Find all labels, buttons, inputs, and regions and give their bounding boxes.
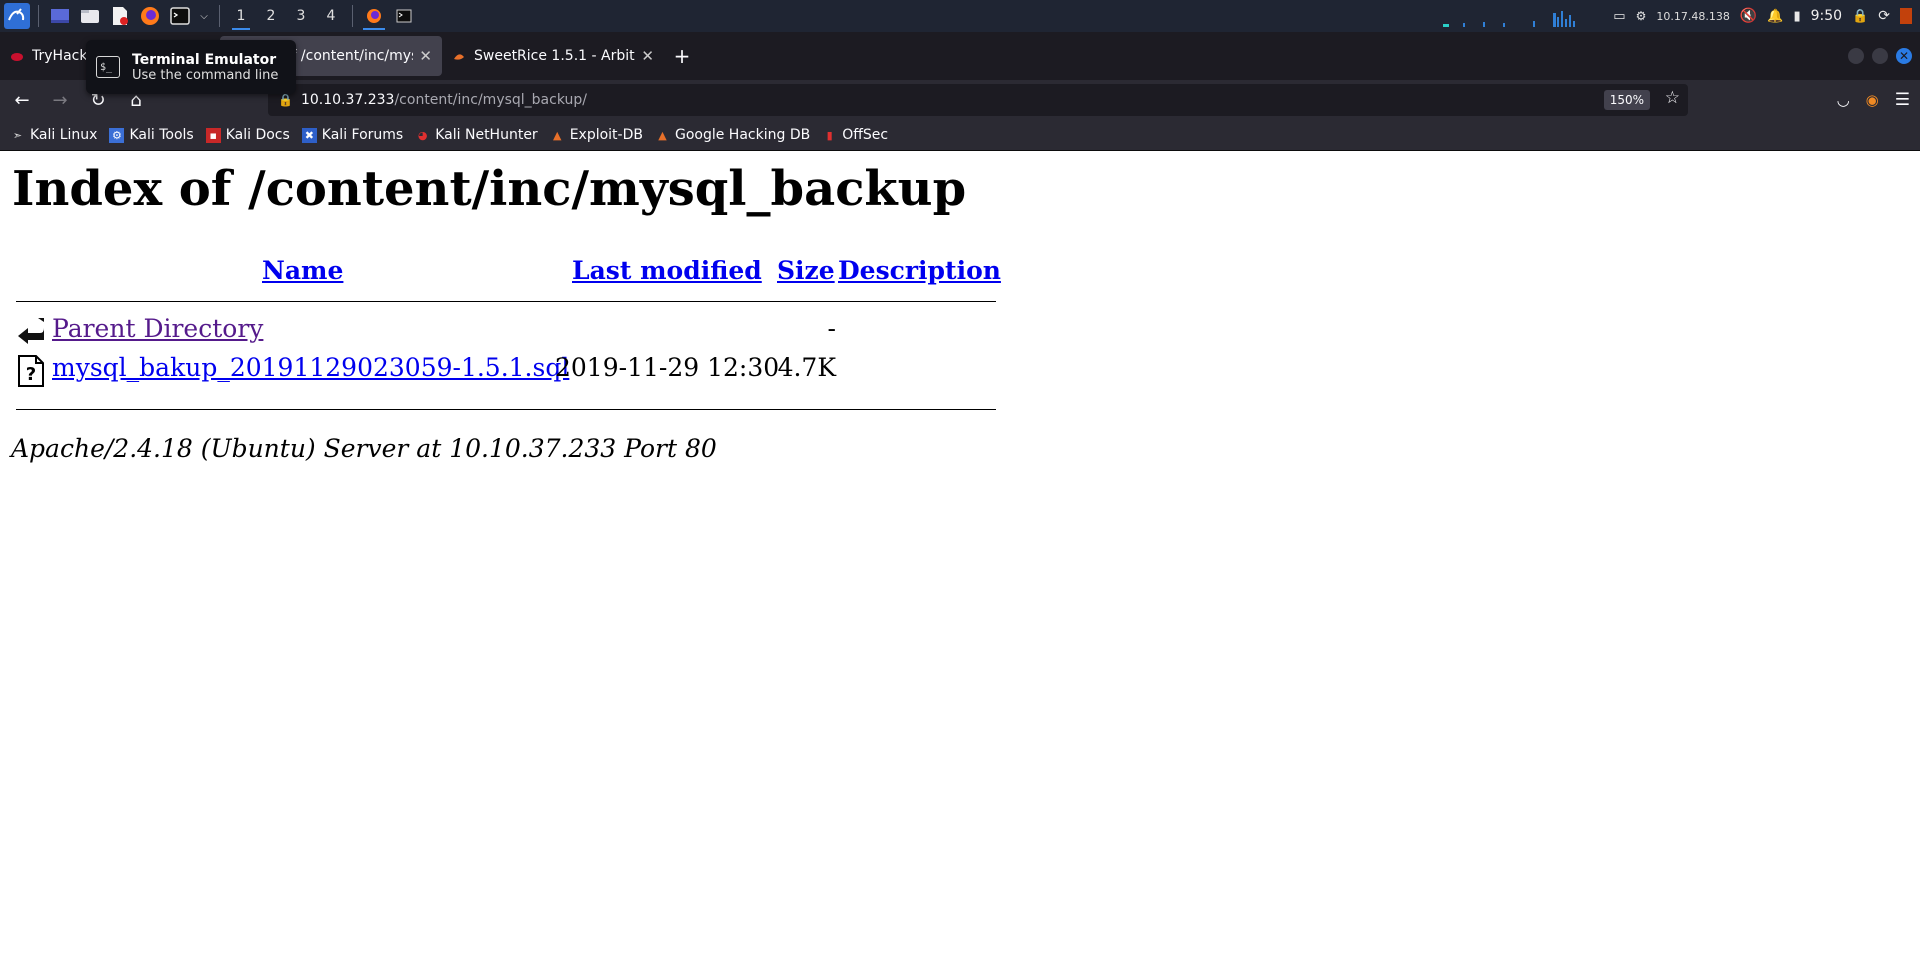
table-row: Parent Directory - <box>16 314 996 348</box>
file-manager-icon[interactable] <box>77 3 103 29</box>
back-arrow-icon <box>18 318 44 344</box>
tooltip-subtitle: Use the command line <box>132 67 279 83</box>
divider <box>16 409 996 410</box>
vpn-icon[interactable]: ⚙ <box>1636 9 1647 23</box>
terminal-icon[interactable] <box>167 3 193 29</box>
kali-dragon-icon: ➣ <box>12 128 23 142</box>
task-terminal[interactable] <box>389 0 419 32</box>
kali-forums-icon: ✖ <box>301 127 317 143</box>
task-firefox[interactable] <box>359 0 389 32</box>
show-desktop-icon[interactable] <box>47 3 73 29</box>
chevron-down-icon[interactable]: ⌵ <box>197 3 211 29</box>
new-tab-button[interactable]: + <box>664 36 700 76</box>
size-cell: 4.7K <box>777 353 836 382</box>
bookmark-kali-docs[interactable]: ▪ Kali Docs <box>205 127 290 143</box>
bookmarks-toolbar: ➣ Kali Linux ⚙ Kali Tools ▪ Kali Docs ✖ Kali… <box>0 120 1920 151</box>
close-tab-icon[interactable]: ✕ <box>641 47 654 65</box>
lock-screen-icon[interactable]: 🔒 <box>1852 9 1868 24</box>
zoom-level-button[interactable]: 150% <box>1603 90 1650 110</box>
last-modified-cell: 2019-11-29 12:30 <box>555 353 780 382</box>
minimize-window-button[interactable] <box>1848 48 1864 64</box>
offsec-icon: ▮ <box>826 128 833 142</box>
terminal-tooltip: $_ Terminal Emulator Use the command lin… <box>86 40 296 94</box>
tab-sweetrice[interactable]: SweetRice 1.5.1 - Arbitrary File Upload … <box>442 36 664 76</box>
kali-menu-icon[interactable] <box>4 3 30 29</box>
sql-backup-file-link[interactable]: mysql_bakup_20191129023059-1.5.1.sql <box>52 353 569 382</box>
back-button[interactable]: ← <box>6 84 38 116</box>
bookmark-label: Kali Linux <box>30 127 98 143</box>
text-editor-icon[interactable] <box>107 3 133 29</box>
vpn-ip: 10.17.48.138 <box>1656 9 1730 23</box>
url-host: 10.10.37.233 <box>300 92 395 108</box>
tab-label: SweetRice 1.5.1 - Arbitrary File Upload <box>474 48 635 64</box>
parent-directory-link[interactable]: Parent Directory <box>52 314 263 343</box>
page-title: Index of /content/inc/mysql_backup <box>12 161 967 217</box>
forward-button[interactable]: → <box>44 84 76 116</box>
workspace-3[interactable]: 3 <box>286 0 316 32</box>
muted-speaker-icon[interactable]: 🔇 <box>1740 8 1757 24</box>
network-graph <box>1443 5 1603 27</box>
bookmark-label: Kali Docs <box>225 127 290 143</box>
bookmark-google-hacking-db[interactable]: ▲ Google Hacking DB <box>655 127 810 143</box>
bookmark-kali-tools[interactable]: ⚙ Kali Tools <box>109 127 194 143</box>
kali-tools-icon: ⚙ <box>109 127 125 143</box>
url-bar[interactable]: 🔒 10.10.37.233 /content/inc/mysql_backup… <box>268 84 1688 116</box>
logout-icon[interactable]: ⟳ <box>1878 8 1890 24</box>
bookmark-label: Kali Tools <box>129 127 194 143</box>
workspace-4[interactable]: 4 <box>316 0 346 32</box>
bookmark-label: Kali NetHunter <box>435 127 538 143</box>
terminal-task-icon <box>396 9 412 23</box>
last-modified-column-header[interactable]: Last modified <box>572 256 762 285</box>
page-content: Index of /content/inc/mysql_backup Name … <box>0 151 1920 963</box>
tooltip-title: Terminal Emulator <box>132 51 277 68</box>
workspace-2[interactable]: 2 <box>256 0 286 32</box>
table-row: ? mysql_bakup_20191129023059-1.5.1.sql 2… <box>16 353 996 387</box>
terminal-icon: $_ <box>96 56 120 78</box>
divider <box>16 301 996 302</box>
close-window-button[interactable]: ✕ <box>1896 48 1912 64</box>
pocket-icon[interactable]: ◡ <box>1837 91 1850 109</box>
firefox-icon[interactable] <box>137 3 163 29</box>
bookmark-label: OffSec <box>842 127 889 143</box>
ghdb-icon: ▲ <box>658 128 667 142</box>
battery-icon[interactable]: ▮ <box>1793 9 1800 24</box>
hamburger-menu-icon[interactable]: ☰ <box>1895 90 1910 110</box>
bookmark-label: Exploit-DB <box>569 127 643 143</box>
bookmark-label: Google Hacking DB <box>674 127 811 143</box>
lock-icon[interactable]: 🔒 <box>278 93 293 107</box>
extension-fox-icon[interactable]: ◉ <box>1866 91 1879 109</box>
unknown-file-icon: ? <box>18 355 44 387</box>
clock[interactable]: 9:50 <box>1811 8 1842 24</box>
power-icon[interactable] <box>1900 8 1912 24</box>
exploit-db-icon: ▲ <box>552 128 562 142</box>
bookmark-kali-forums[interactable]: ✖ Kali Forums <box>301 127 404 143</box>
description-column-header[interactable]: Description <box>838 256 1001 285</box>
svg-text:?: ? <box>26 364 36 385</box>
nethunter-icon: ◕ <box>417 128 428 142</box>
bookmark-kali-nethunter[interactable]: ◕ Kali NetHunter <box>415 127 538 143</box>
name-column-header[interactable]: Name <box>262 256 343 285</box>
bookmark-offsec[interactable]: ▮ OffSec <box>822 127 888 143</box>
top-panel: ⌵ 1 2 3 4 ▭ ⚙ 10.17.48.138 🔇 🔔 ▮ 9:50 🔒 … <box>0 0 1920 32</box>
bookmark-exploit-db[interactable]: ▲ Exploit-DB <box>550 127 643 143</box>
notifications-icon[interactable]: 🔔 <box>1767 9 1783 24</box>
server-signature: Apache/2.4.18 (Ubuntu) Server at 10.10.3… <box>11 434 717 463</box>
close-tab-icon[interactable]: ✕ <box>419 47 432 65</box>
exploit-db-favicon <box>454 54 464 60</box>
bookmark-star-icon[interactable]: ☆ <box>1665 88 1680 108</box>
kali-docs-icon: ▪ <box>205 127 221 143</box>
size-cell: - <box>827 314 836 343</box>
display-icon[interactable]: ▭ <box>1613 9 1625 24</box>
tryhackme-favicon <box>11 53 23 61</box>
url-path: /content/inc/mysql_backup/ <box>394 92 587 108</box>
maximize-window-button[interactable] <box>1872 48 1888 64</box>
workspace-1[interactable]: 1 <box>226 0 256 32</box>
bookmark-label: Kali Forums <box>321 127 404 143</box>
bookmark-kali-linux[interactable]: ➣ Kali Linux <box>10 127 98 143</box>
size-column-header[interactable]: Size <box>777 256 835 285</box>
firefox-task-icon <box>367 9 381 23</box>
